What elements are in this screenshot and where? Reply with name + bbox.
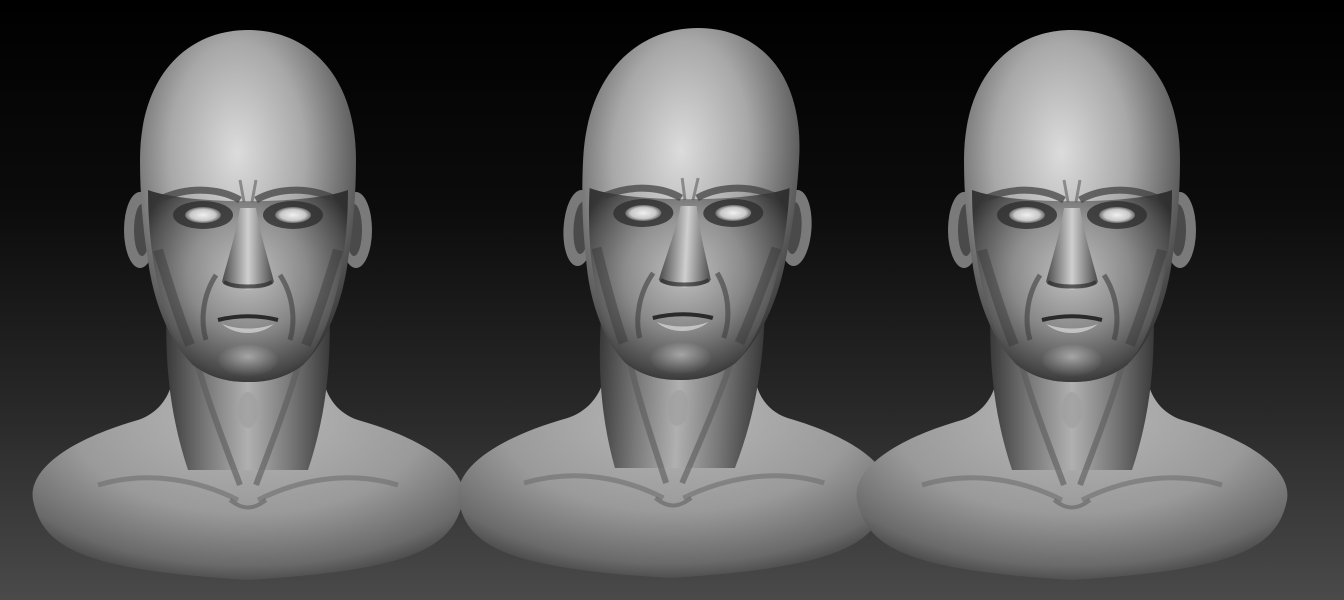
sculpt-render (0, 0, 1344, 600)
render-viewport (0, 0, 1344, 600)
